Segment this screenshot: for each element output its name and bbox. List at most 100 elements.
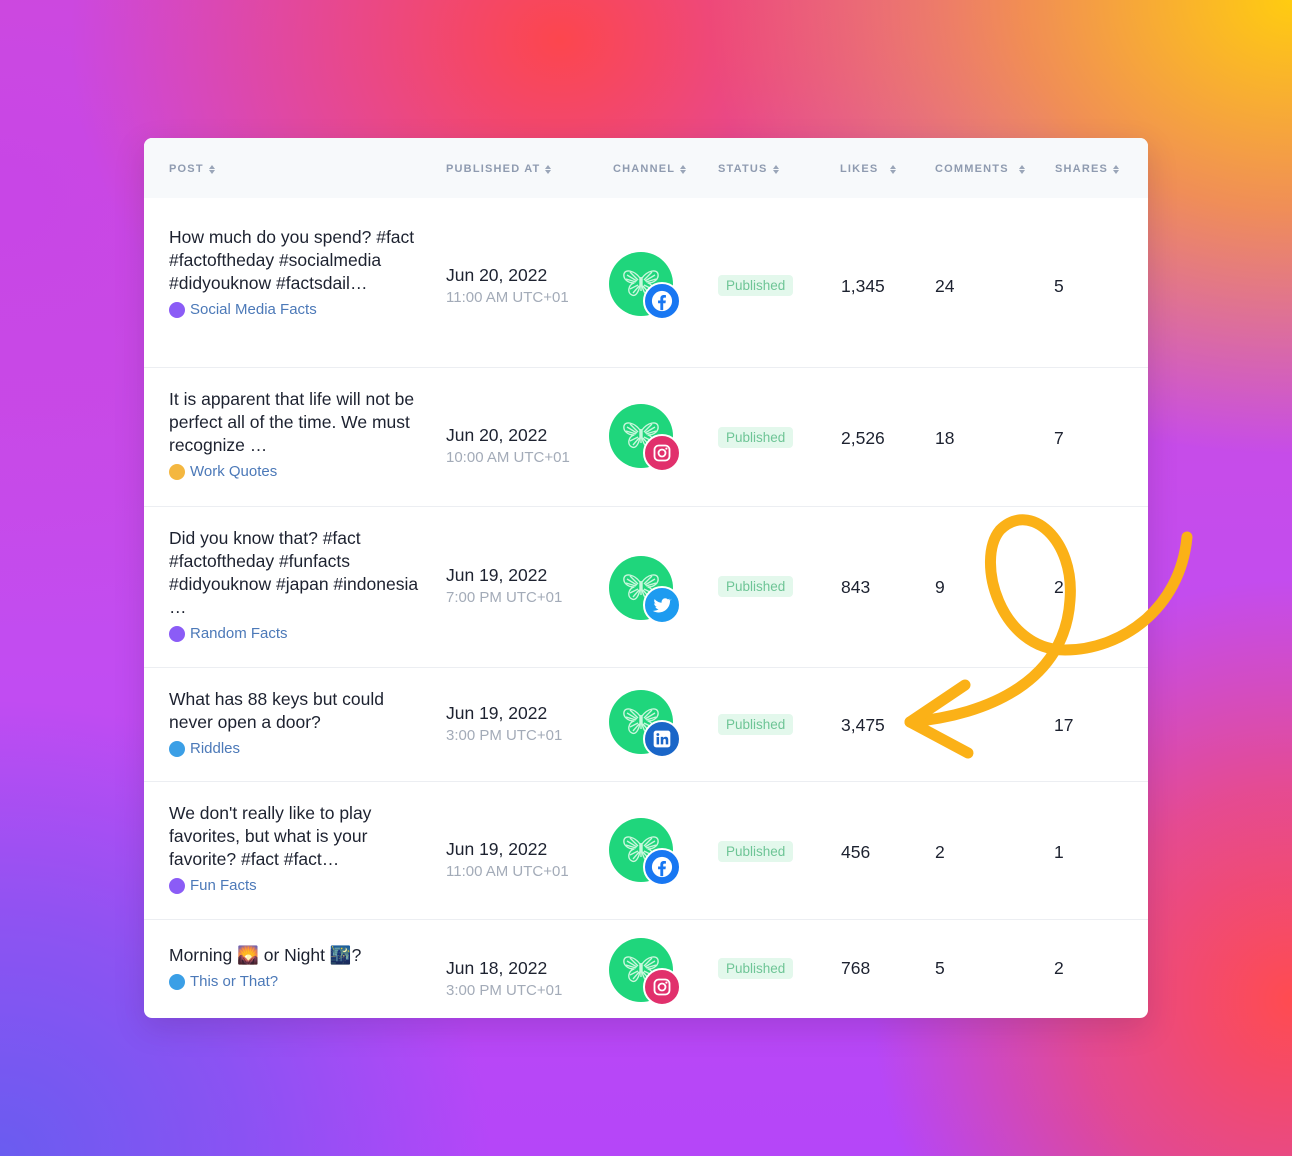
channel-cell[interactable] bbox=[609, 938, 685, 1008]
post-category[interactable]: This or That? bbox=[169, 973, 419, 990]
table-row[interactable]: Morning 🌄 or Night 🌃? This or That? Jun … bbox=[144, 919, 1148, 1018]
column-header-channel[interactable]: CHANNEL bbox=[613, 163, 687, 175]
post-category[interactable]: Work Quotes bbox=[169, 463, 419, 480]
shares-count: 1 bbox=[1054, 842, 1064, 862]
column-header-label: SHARES bbox=[1055, 163, 1109, 175]
shares-count: 2 bbox=[1054, 577, 1064, 597]
published-at-cell: Jun 18, 2022 3:00 PM UTC+01 bbox=[446, 956, 562, 1002]
facebook-icon bbox=[643, 848, 681, 886]
posts-table: POST PUBLISHED AT CHANNEL STATUS LIKES C… bbox=[144, 138, 1148, 1018]
instagram-icon bbox=[643, 434, 681, 472]
likes-count: 3,475 bbox=[841, 715, 885, 735]
sort-icon[interactable] bbox=[1113, 164, 1120, 174]
comments-count: 18 bbox=[935, 428, 955, 448]
sort-icon[interactable] bbox=[1018, 164, 1026, 174]
twitter-icon bbox=[643, 586, 681, 624]
instagram-icon bbox=[643, 968, 681, 1006]
post-category[interactable]: Random Facts bbox=[169, 625, 419, 642]
published-time: 3:00 PM UTC+01 bbox=[446, 982, 563, 999]
published-date: Jun 20, 2022 bbox=[446, 265, 548, 285]
table-header: POST PUBLISHED AT CHANNEL STATUS LIKES C… bbox=[144, 138, 1148, 198]
sort-icon[interactable] bbox=[680, 164, 687, 174]
column-header-label: PUBLISHED AT bbox=[446, 163, 541, 175]
table-row[interactable]: We don't really like to play favorites, … bbox=[144, 781, 1148, 919]
published-date: Jun 19, 2022 bbox=[446, 839, 548, 859]
likes-count: 768 bbox=[841, 958, 871, 978]
likes-count: 2,526 bbox=[841, 428, 885, 448]
facebook-icon bbox=[643, 282, 681, 320]
status-badge: Published bbox=[718, 427, 794, 448]
post-text[interactable]: Morning 🌄 or Night 🌃? bbox=[169, 944, 419, 967]
post-cell[interactable]: What has 88 keys but could never open a … bbox=[169, 688, 419, 757]
table-row[interactable]: How much do you spend? #fact #factofthed… bbox=[144, 198, 1148, 367]
column-header-label: STATUS bbox=[718, 163, 768, 175]
column-header-label: COMMENTS bbox=[935, 163, 1009, 175]
category-color-dot bbox=[169, 740, 185, 757]
category-label[interactable]: This or That? bbox=[190, 973, 278, 990]
published-at-cell: Jun 20, 2022 10:00 AM UTC+01 bbox=[446, 423, 570, 469]
likes-count: 456 bbox=[841, 842, 871, 862]
column-header-post[interactable]: POST bbox=[169, 163, 216, 175]
shares-count: 5 bbox=[1054, 276, 1064, 296]
post-cell[interactable]: How much do you spend? #fact #factofthed… bbox=[169, 226, 419, 318]
published-at-cell: Jun 19, 2022 11:00 AM UTC+01 bbox=[446, 837, 569, 883]
post-cell[interactable]: We don't really like to play favorites, … bbox=[169, 802, 419, 894]
published-time: 10:00 AM UTC+01 bbox=[446, 449, 570, 466]
shares-count: 7 bbox=[1054, 428, 1064, 448]
channel-cell[interactable] bbox=[609, 252, 685, 322]
post-category[interactable]: Social Media Facts bbox=[169, 301, 419, 318]
table-row[interactable]: It is apparent that life will not be per… bbox=[144, 367, 1148, 506]
column-header-status[interactable]: STATUS bbox=[718, 163, 780, 175]
post-text[interactable]: What has 88 keys but could never open a … bbox=[169, 688, 419, 734]
post-cell[interactable]: Morning 🌄 or Night 🌃? This or That? bbox=[169, 944, 419, 990]
status-badge: Published bbox=[718, 841, 794, 862]
column-header-comments[interactable]: COMMENTS bbox=[935, 163, 1026, 175]
post-text[interactable]: We don't really like to play favorites, … bbox=[169, 802, 419, 871]
published-date: Jun 18, 2022 bbox=[446, 958, 548, 978]
published-time: 11:00 AM UTC+01 bbox=[446, 289, 569, 306]
sort-icon[interactable] bbox=[890, 164, 897, 174]
table-row[interactable]: What has 88 keys but could never open a … bbox=[144, 667, 1148, 781]
category-color-dot bbox=[169, 463, 185, 480]
published-date: Jun 19, 2022 bbox=[446, 565, 548, 585]
column-header-likes[interactable]: LIKES bbox=[840, 163, 897, 175]
shares-count: 17 bbox=[1054, 715, 1074, 735]
comments-count: 24 bbox=[935, 276, 955, 296]
post-category[interactable]: Fun Facts bbox=[169, 877, 419, 894]
channel-cell[interactable] bbox=[609, 404, 685, 474]
published-time: 7:00 PM UTC+01 bbox=[446, 589, 563, 606]
linkedin-icon bbox=[643, 720, 681, 758]
column-header-shares[interactable]: SHARES bbox=[1055, 163, 1120, 175]
column-header-published-at[interactable]: PUBLISHED AT bbox=[446, 163, 552, 175]
status-badge: Published bbox=[718, 576, 794, 597]
column-header-label: CHANNEL bbox=[613, 163, 676, 175]
post-category[interactable]: Riddles bbox=[169, 740, 419, 757]
channel-cell[interactable] bbox=[609, 690, 685, 760]
post-text[interactable]: It is apparent that life will not be per… bbox=[169, 388, 419, 457]
likes-count: 843 bbox=[841, 577, 871, 597]
category-label[interactable]: Social Media Facts bbox=[190, 301, 317, 318]
post-cell[interactable]: It is apparent that life will not be per… bbox=[169, 388, 419, 480]
published-time: 11:00 AM UTC+01 bbox=[446, 863, 569, 880]
category-label[interactable]: Random Facts bbox=[190, 625, 288, 642]
post-text[interactable]: Did you know that? #fact #factoftheday #… bbox=[169, 527, 419, 619]
sort-icon[interactable] bbox=[545, 164, 552, 174]
comments-count: 9 bbox=[935, 577, 945, 597]
category-label[interactable]: Work Quotes bbox=[190, 463, 277, 480]
published-time: 3:00 PM UTC+01 bbox=[446, 727, 563, 744]
sort-icon[interactable] bbox=[772, 164, 780, 174]
sort-icon[interactable] bbox=[208, 164, 216, 174]
published-at-cell: Jun 19, 2022 7:00 PM UTC+01 bbox=[446, 563, 562, 609]
category-color-dot bbox=[169, 625, 185, 642]
post-cell[interactable]: Did you know that? #fact #factoftheday #… bbox=[169, 527, 419, 642]
channel-cell[interactable] bbox=[609, 818, 685, 888]
category-label[interactable]: Riddles bbox=[190, 740, 240, 757]
post-text[interactable]: How much do you spend? #fact #factofthed… bbox=[169, 226, 419, 295]
published-at-cell: Jun 19, 2022 3:00 PM UTC+01 bbox=[446, 701, 562, 747]
published-at-cell: Jun 20, 2022 11:00 AM UTC+01 bbox=[446, 263, 569, 309]
column-header-label: LIKES bbox=[840, 163, 879, 175]
channel-cell[interactable] bbox=[609, 556, 685, 626]
table-row[interactable]: Did you know that? #fact #factoftheday #… bbox=[144, 506, 1148, 667]
category-label[interactable]: Fun Facts bbox=[190, 877, 257, 894]
published-date: Jun 20, 2022 bbox=[446, 425, 548, 445]
